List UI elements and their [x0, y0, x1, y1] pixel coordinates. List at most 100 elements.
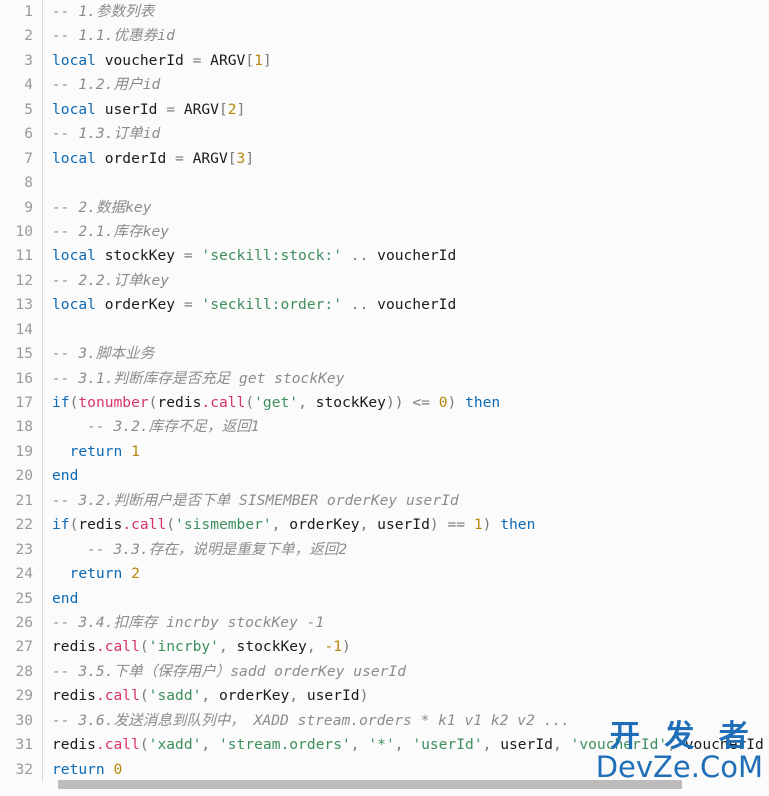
token-method: .call: [95, 736, 140, 754]
code-line[interactable]: 21 -- 3.2.判断用户是否下单 SISMEMBER orderKey use…: [0, 488, 769, 514]
horizontal-scrollbar[interactable]: [52, 780, 769, 789]
code-line[interactable]: 2 -- 1.1.优惠券id: [0, 24, 769, 49]
token-number: 0: [113, 760, 123, 778]
code-line-content[interactable]: local stockKey = 'seckill:stock:' .. vou…: [43, 244, 769, 268]
code-line-content[interactable]: -- 1.2.用户id: [43, 73, 769, 97]
code-line-content[interactable]: -- 3.6.发送消息到队列中， XADD stream.orders * k1…: [43, 709, 769, 733]
code-line-content[interactable]: -- 1.3.订单id: [43, 122, 769, 146]
code-line-content[interactable]: redis.call('incrby', stockKey, -1): [43, 635, 769, 659]
token-op: =: [183, 296, 193, 314]
token-op: =: [175, 149, 184, 167]
token-punct: ]: [245, 149, 255, 167]
line-number: 10: [15, 223, 33, 240]
code-line[interactable]: 17 if(tonumber(redis.call('get', stockKey…: [0, 391, 769, 416]
token-comment: -- 1.1.优惠券id: [52, 27, 175, 45]
code-line[interactable]: 1 -- 1.参数列表: [0, 0, 769, 25]
line-number: 15: [15, 346, 33, 363]
code-line[interactable]: 6 -- 1.3.订单id: [0, 122, 769, 147]
code-line-content[interactable]: -- 3.1.判断库存是否充足 get stockKey: [43, 367, 769, 391]
code-line-content[interactable]: local orderKey = 'seckill:order:' .. vou…: [43, 293, 769, 317]
code-line[interactable]: 19 return 1: [0, 439, 769, 465]
code-line-content[interactable]: -- 1.参数列表: [43, 0, 769, 24]
token-number: 1: [131, 442, 140, 460]
code-line-content[interactable]: -- 3.2.判断用户是否下单 SISMEMBER orderKey userI…: [43, 489, 769, 513]
code-lines-container[interactable]: 1 -- 1.参数列表 2 -- 1.1.优惠券id 3 local voucherId …: [0, 0, 769, 796]
code-line-content[interactable]: -- 3.脚本业务: [43, 342, 769, 366]
token-punct: ]: [262, 51, 272, 69]
code-line[interactable]: 15 -- 3.脚本业务: [0, 342, 769, 367]
code-line-content[interactable]: return 0: [43, 758, 769, 782]
code-line[interactable]: 4 -- 1.2.用户id: [0, 73, 769, 98]
code-line[interactable]: 23 -- 3.3.存在，说明是重复下单，返回2: [0, 537, 769, 563]
code-line-content[interactable]: return 2: [43, 562, 769, 586]
code-line[interactable]: 18 -- 3.2.库存不足，返回1: [0, 415, 769, 440]
token-punct: ,: [201, 736, 211, 754]
code-line-content[interactable]: end: [43, 464, 769, 488]
code-line[interactable]: 31 redis.call('xadd', 'stream.orders', '*…: [0, 733, 769, 758]
code-line-content[interactable]: if(tonumber(redis.call('get', stockKey))…: [43, 391, 769, 415]
code-line[interactable]: 16 -- 3.1.判断库存是否充足 get stockKey: [0, 366, 769, 391]
token-plain: redis: [78, 516, 123, 534]
token-op: =: [183, 247, 193, 265]
code-line[interactable]: 22 if(redis.call('sismember', orderKey, u…: [0, 513, 769, 538]
code-line-content[interactable]: -- 2.2.订单key: [43, 269, 769, 293]
line-number: 4: [24, 77, 33, 94]
code-line-content[interactable]: -- 3.3.存在，说明是重复下单，返回2: [43, 538, 769, 562]
code-line-content[interactable]: [43, 171, 769, 195]
code-line[interactable]: 5 local userId = ARGV[2]: [0, 97, 769, 123]
token-plain: redis: [157, 394, 202, 411]
token-keyword: return: [69, 565, 123, 583]
code-line[interactable]: 27 redis.call('incrby', stockKey, -1): [0, 635, 769, 660]
code-line[interactable]: 20 end: [0, 464, 769, 489]
horizontal-scrollbar-thumb[interactable]: [58, 780, 682, 789]
code-line[interactable]: 12 -- 2.2.订单key: [0, 268, 769, 294]
code-line-content[interactable]: -- 3.2.库存不足，返回1: [43, 415, 769, 439]
line-number: 27: [15, 639, 33, 656]
token-comment: -- 3.脚本业务: [52, 345, 155, 363]
code-line[interactable]: 26 -- 3.4.扣库存 incrby stockKey -1: [0, 610, 769, 636]
token-comment: -- 2.数据key: [52, 198, 152, 216]
code-line[interactable]: 8: [0, 171, 769, 196]
code-line-content[interactable]: if(redis.call('sismember', orderKey, use…: [43, 513, 769, 537]
code-line[interactable]: 7 local orderId = ARGV[3]: [0, 146, 769, 172]
code-line-content[interactable]: local orderId = ARGV[3]: [43, 147, 769, 171]
code-line[interactable]: 13 local orderKey = 'seckill:order:' .. v…: [0, 293, 769, 318]
token-comment: -- 1.3.订单id: [52, 125, 161, 143]
code-line-content[interactable]: return 1: [43, 440, 769, 464]
code-line[interactable]: 29 redis.call('sadd', orderKey, userId): [0, 684, 769, 709]
code-line[interactable]: 14: [0, 317, 769, 343]
token-keyword: local: [52, 100, 96, 118]
code-line[interactable]: 10 -- 2.1.库存key: [0, 219, 769, 245]
token-punct: ): [429, 516, 439, 534]
token-plain: userId: [95, 100, 167, 118]
code-line[interactable]: 11 local stockKey = 'seckill:stock:' .. v…: [0, 244, 769, 269]
code-line[interactable]: 24 return 2: [0, 562, 769, 587]
token-string: 'xadd': [148, 736, 202, 754]
code-line-content[interactable]: redis.call('sadd', orderKey, userId): [43, 684, 769, 708]
code-line[interactable]: 3 local voucherId = ARGV[1]: [0, 48, 769, 74]
code-line-content[interactable]: [43, 318, 769, 342]
code-line-content[interactable]: end: [43, 587, 769, 611]
code-line[interactable]: 25 end: [0, 586, 769, 611]
code-line-content[interactable]: -- 2.1.库存key: [43, 220, 769, 244]
code-line-content[interactable]: -- 3.5.下单（保存用户）sadd orderKey userId: [43, 660, 769, 684]
token-comment: -- 1.2.用户id: [52, 76, 161, 94]
code-line-content[interactable]: local userId = ARGV[2]: [43, 98, 769, 122]
code-line-content[interactable]: -- 2.数据key: [43, 196, 769, 220]
token-number: 1: [473, 516, 483, 534]
code-line[interactable]: 28 -- 3.5.下单（保存用户）sadd orderKey userId: [0, 659, 769, 685]
token-punct: (: [139, 638, 149, 656]
code-line-content[interactable]: redis.call('xadd', 'stream.orders', '*',…: [43, 733, 769, 757]
token-plain: redis: [52, 736, 96, 754]
token-method: .call: [95, 638, 140, 656]
code-line-content[interactable]: local voucherId = ARGV[1]: [43, 49, 769, 73]
code-line-content[interactable]: -- 3.4.扣库存 incrby stockKey -1: [43, 611, 769, 635]
code-line[interactable]: 32 return 0: [0, 757, 769, 782]
code-line-content[interactable]: -- 1.1.优惠券id: [43, 24, 769, 48]
token-plain: orderKey: [95, 296, 184, 314]
token-comment: -- 2.1.库存key: [52, 222, 170, 240]
code-line[interactable]: 30 -- 3.6.发送消息到队列中， XADD stream.orders * …: [0, 708, 769, 734]
code-line[interactable]: 9 -- 2.数据key: [0, 195, 769, 220]
